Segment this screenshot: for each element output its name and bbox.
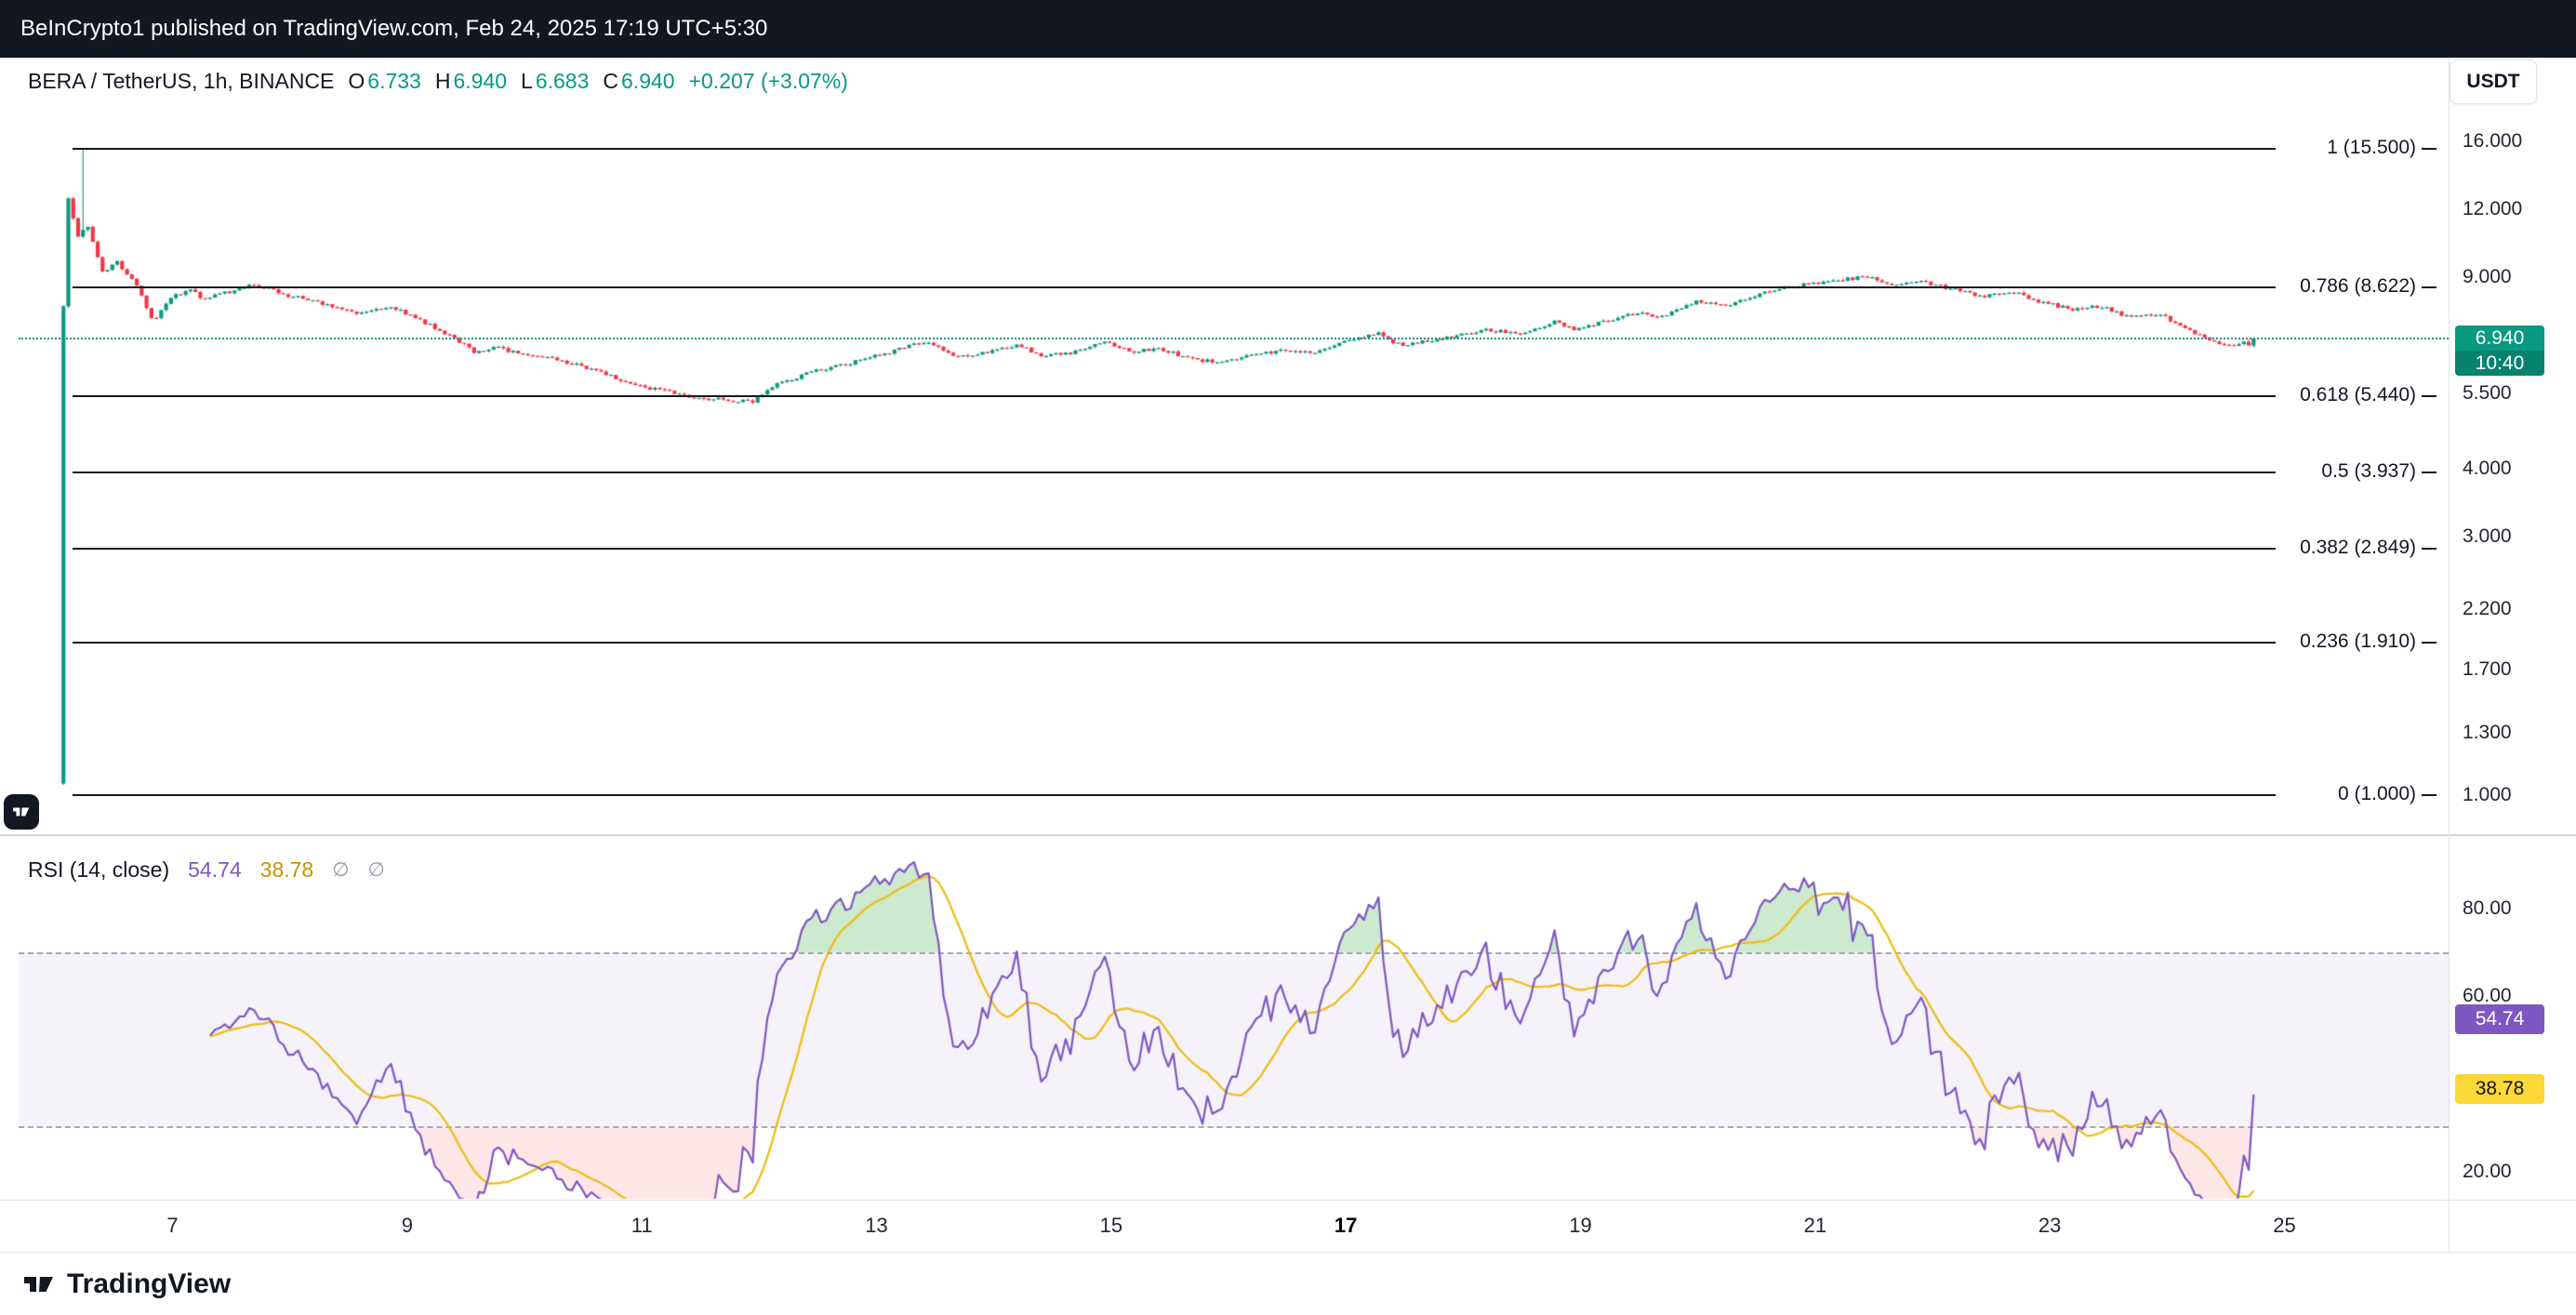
fib-level-tick (2422, 286, 2437, 288)
time-axis-label: 13 (840, 1200, 914, 1252)
bar-countdown: 10:40 (2455, 351, 2544, 376)
fib-level-line (73, 395, 2276, 397)
fib-level-line (73, 148, 2276, 150)
price-axis-tick: 12.000 (2463, 198, 2522, 220)
ohlc-close: C6.940 (603, 69, 674, 94)
price-axis-tick: 16.000 (2463, 130, 2522, 153)
rsi-axis-tick: 20.00 (2463, 1161, 2512, 1183)
close-value: 6.940 (621, 69, 675, 94)
ohlc-low: L6.683 (521, 69, 589, 94)
price-and-rsi-chart-canvas[interactable] (0, 0, 2576, 1315)
currency-toggle-button[interactable]: USDT (2450, 60, 2537, 104)
fib-level-label: 0.5 (3.937) (2321, 460, 2416, 483)
low-value: 6.683 (536, 69, 590, 94)
empty-set-icon: ∅ (368, 858, 385, 882)
rsi-legend: RSI (14, close) 54.74 38.78 ∅ ∅ (28, 857, 385, 883)
rsi-current-value: 54.74 (188, 857, 242, 883)
symbol-legend: BERA / TetherUS, 1h, BINANCE O6.733 H6.9… (28, 69, 848, 94)
last-price-badge: 6.940 10:40 (2455, 325, 2544, 376)
time-axis-label: 25 (2248, 1200, 2322, 1252)
tradingview-logo-icon[interactable] (22, 1268, 56, 1301)
fib-level-line (73, 286, 2276, 288)
time-axis-label: 7 (136, 1200, 210, 1252)
fib-level-label: 0.786 (8.622) (2300, 275, 2416, 298)
pane-separator[interactable] (0, 834, 2576, 836)
time-axis-label: 11 (604, 1200, 679, 1252)
rsi-axis-tick: 60.00 (2463, 985, 2512, 1007)
time-axis-label: 17 (1308, 1200, 1383, 1252)
open-label: O (348, 69, 365, 94)
change-value: +0.207 (+3.07%) (689, 69, 848, 94)
tradingview-watermark-icon[interactable] (4, 794, 39, 830)
fib-level-tick (2422, 148, 2437, 150)
fib-level-line (73, 642, 2276, 644)
rsi-value-badge: 54.74 (2455, 1004, 2544, 1034)
time-axis-label: 15 (1074, 1200, 1149, 1252)
tradingview-published-chart: BeInCrypto1 published on TradingView.com… (0, 0, 2576, 1315)
fib-level-label: 0.236 (1.910) (2300, 631, 2416, 653)
open-value: 6.733 (367, 69, 421, 94)
price-axis-tick: 3.000 (2463, 525, 2512, 548)
last-price-line (19, 338, 2449, 339)
fib-level-tick (2422, 395, 2437, 397)
fib-level-tick (2422, 794, 2437, 796)
fib-level-line (73, 794, 2276, 796)
ohlc-high: H6.940 (435, 69, 507, 94)
time-axis-label: 9 (370, 1200, 445, 1252)
close-label: C (603, 69, 618, 94)
high-label: H (435, 69, 451, 94)
rsi-ma-value: 38.78 (260, 857, 314, 883)
footer-bar: TradingView (0, 1253, 2576, 1315)
price-axis-tick: 1.700 (2463, 658, 2512, 681)
price-axis-tick: 4.000 (2463, 458, 2512, 480)
time-axis-label: 19 (1544, 1200, 1618, 1252)
symbol-title[interactable]: BERA / TetherUS, 1h, BINANCE (28, 69, 334, 94)
fib-level-tick (2422, 642, 2437, 644)
fib-level-label: 0 (1.000) (2338, 783, 2416, 805)
empty-set-icon: ∅ (332, 858, 349, 882)
fib-level-tick (2422, 472, 2437, 473)
rsi-ma-value-badge: 38.78 (2455, 1074, 2544, 1104)
footer-brand[interactable]: TradingView (67, 1269, 231, 1300)
tradingview-logo-glyph (12, 803, 31, 821)
rsi-axis-tick: 80.00 (2463, 897, 2512, 920)
fib-level-label: 0.618 (5.440) (2300, 384, 2416, 406)
high-value: 6.940 (453, 69, 507, 94)
low-label: L (521, 69, 533, 94)
time-axis-label: 23 (2012, 1200, 2087, 1252)
fib-level-label: 1 (15.500) (2327, 137, 2416, 159)
price-axis-tick: 1.300 (2463, 722, 2512, 744)
price-axis-tick: 2.200 (2463, 598, 2512, 620)
fib-level-tick (2422, 548, 2437, 550)
price-axis-tick: 9.000 (2463, 266, 2512, 288)
time-axis-label: 21 (1778, 1200, 1852, 1252)
rsi-indicator-title[interactable]: RSI (14, close) (28, 857, 169, 883)
last-price-value: 6.940 (2455, 325, 2544, 351)
price-axis-tick: 5.500 (2463, 382, 2512, 405)
ohlc-open: O6.733 (348, 69, 420, 94)
fib-level-label: 0.382 (2.849) (2300, 537, 2416, 559)
price-axis-separator[interactable] (2449, 58, 2450, 1252)
price-axis-tick: 1.000 (2463, 784, 2512, 806)
fib-level-line (73, 472, 2276, 473)
fib-level-line (73, 548, 2276, 550)
